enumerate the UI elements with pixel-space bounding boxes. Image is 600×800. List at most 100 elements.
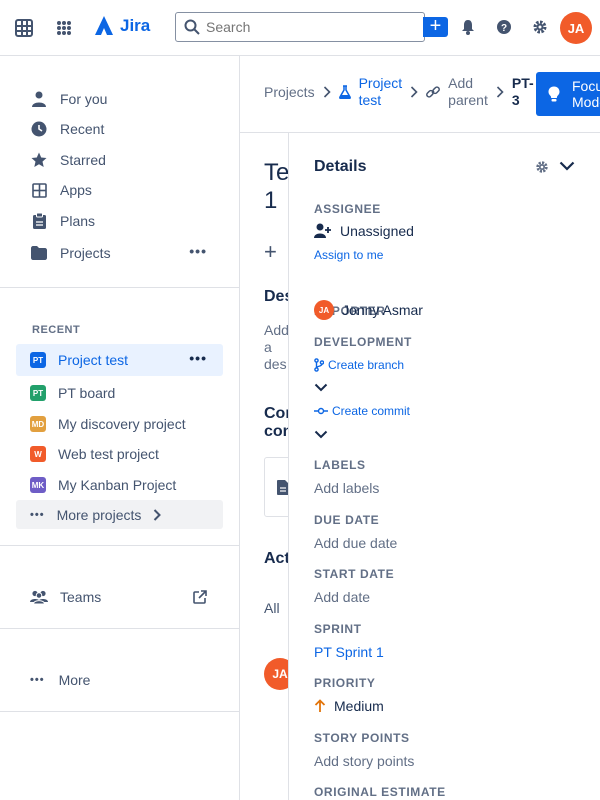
more-actions-icon[interactable]: ••• [189,244,207,258]
start-date-value[interactable]: Add date [314,589,370,605]
breadcrumb-project-line: Project [358,75,403,91]
sidebar-divider [0,711,239,712]
create-branch-link[interactable]: Create branch [314,358,404,372]
sidebar-item-label: Teams [60,589,102,605]
user-avatar[interactable]: JA [560,12,592,44]
sidebar-item-teams[interactable]: Teams [16,581,223,613]
details-title: Details [314,158,367,175]
breadcrumb: Projects Project test Add parent PT- 3 [264,72,534,112]
settings-gear-icon[interactable] [535,160,549,174]
development-label: DEVELOPMENT [314,335,412,349]
breadcrumb-issue-key[interactable]: PT- 3 [512,75,534,109]
flask-icon [338,85,351,99]
create-button[interactable]: + [423,16,448,37]
due-date-value[interactable]: Add due date [314,535,397,551]
issue-title[interactable]: Te 1 [264,159,288,215]
sidebar-item-recent[interactable]: Recent [16,113,223,145]
sidebar-project-my-discovery-project[interactable]: MD My discovery project [16,408,223,440]
chevron-down-icon[interactable] [314,383,328,392]
breadcrumb-project[interactable]: Project test [359,75,403,109]
app-name: Jira [120,16,151,35]
sidebar: For you Recent Starred Apps Plans Projec… [0,56,240,800]
settings-gear-icon[interactable] [531,18,549,36]
project-name: PT board [58,385,116,401]
search-input[interactable] [206,19,406,35]
jira-logo-icon [95,16,113,35]
more-projects-button[interactable]: ••• More projects [16,500,223,529]
sidebar-divider [0,545,239,546]
confluence-card[interactable] [264,457,288,517]
jira-logo[interactable]: Jira [94,15,150,37]
chevron-right-icon [410,86,418,98]
assignee-name: Unassigned [340,223,414,239]
chevron-down-icon[interactable] [559,161,575,171]
breadcrumb-projects[interactable]: Projects [264,84,315,100]
clipboard-icon [30,212,48,230]
breadcrumb-issue-line: 3 [511,92,520,108]
more-dots-icon: ••• [30,508,45,521]
focus-mode-button[interactable]: FocusMode [536,72,600,116]
confluence-heading: Concon [264,405,288,441]
sidebar-item-for-you[interactable]: For you [16,83,223,115]
apps-icon [30,181,48,199]
priority-value[interactable]: Medium [314,698,384,714]
description-line: Add [264,322,288,338]
sidebar-item-starred[interactable]: Starred [16,144,223,176]
priority-medium-arrow-icon [314,699,326,713]
project-name: Web test project [58,446,159,462]
people-icon [30,588,48,606]
due-date-label: DUE DATE [314,513,380,527]
create-commit-label: Create commit [332,404,411,418]
app-switcher-icon[interactable] [14,18,34,38]
search-box[interactable] [175,12,425,42]
sidebar-project-web-test-project[interactable]: W Web test project [16,438,223,470]
svg-text:?: ? [501,23,507,34]
reporter-row[interactable]: JA Jonny Asmar [314,300,423,320]
sidebar-project-pt-board[interactable]: PT PT board [16,377,223,409]
description-placeholder[interactable]: Add a des [264,322,288,373]
more-dots-icon: ••• [30,674,45,686]
add-button[interactable]: + [264,239,277,265]
original-estimate-label: ORIGINAL ESTIMATE [314,785,446,799]
project-name: My Kanban Project [58,477,177,493]
sidebar-item-label: For you [60,91,108,107]
breadcrumb-add-parent[interactable]: Add parent [448,75,488,109]
sidebar-item-plans[interactable]: Plans [16,205,223,237]
project-name: My discovery project [58,416,186,432]
sprint-label: SPRINT [314,622,362,636]
apps-grid-icon[interactable] [54,18,74,38]
top-navigation: Jira + ? JA [0,0,600,56]
sprint-value[interactable]: PT Sprint 1 [314,644,384,660]
chevron-right-icon [323,86,331,98]
priority-label: PRIORITY [314,676,376,690]
sidebar-divider [0,287,239,288]
branch-icon [314,358,324,372]
project-avatar-icon: PT [30,352,46,368]
sidebar-item-label: Starred [60,152,106,168]
activity-filter-all[interactable]: All [264,600,280,616]
sidebar-item-more[interactable]: ••• More [16,664,223,696]
sidebar-item-label: More [58,672,91,688]
person-icon [30,90,48,108]
chevron-down-icon[interactable] [314,430,328,439]
notifications-bell-icon[interactable] [459,18,477,36]
sidebar-project-project-test[interactable]: PT Project test ••• [16,344,223,376]
story-points-value[interactable]: Add story points [314,753,414,769]
description-line: des [264,356,287,372]
assign-to-me-link[interactable]: Assign to me [314,248,383,262]
focus-mode-line: Focus [572,78,600,94]
clock-icon [30,120,48,138]
assignee-value[interactable]: Unassigned [314,223,414,239]
sidebar-item-apps[interactable]: Apps [16,174,223,206]
search-icon [184,19,200,35]
reporter-name: Jonny Asmar [342,302,423,318]
labels-label: LABELS [314,458,366,472]
more-actions-icon[interactable]: ••• [189,351,207,365]
create-commit-link[interactable]: Create commit [314,404,410,418]
help-icon[interactable]: ? [495,18,513,36]
external-link-icon[interactable] [193,590,207,604]
labels-value[interactable]: Add labels [314,480,379,496]
activity-heading: Act [264,550,288,567]
sidebar-item-projects[interactable]: Projects ••• [16,237,223,269]
sidebar-project-my-kanban-project[interactable]: MK My Kanban Project [16,469,223,501]
